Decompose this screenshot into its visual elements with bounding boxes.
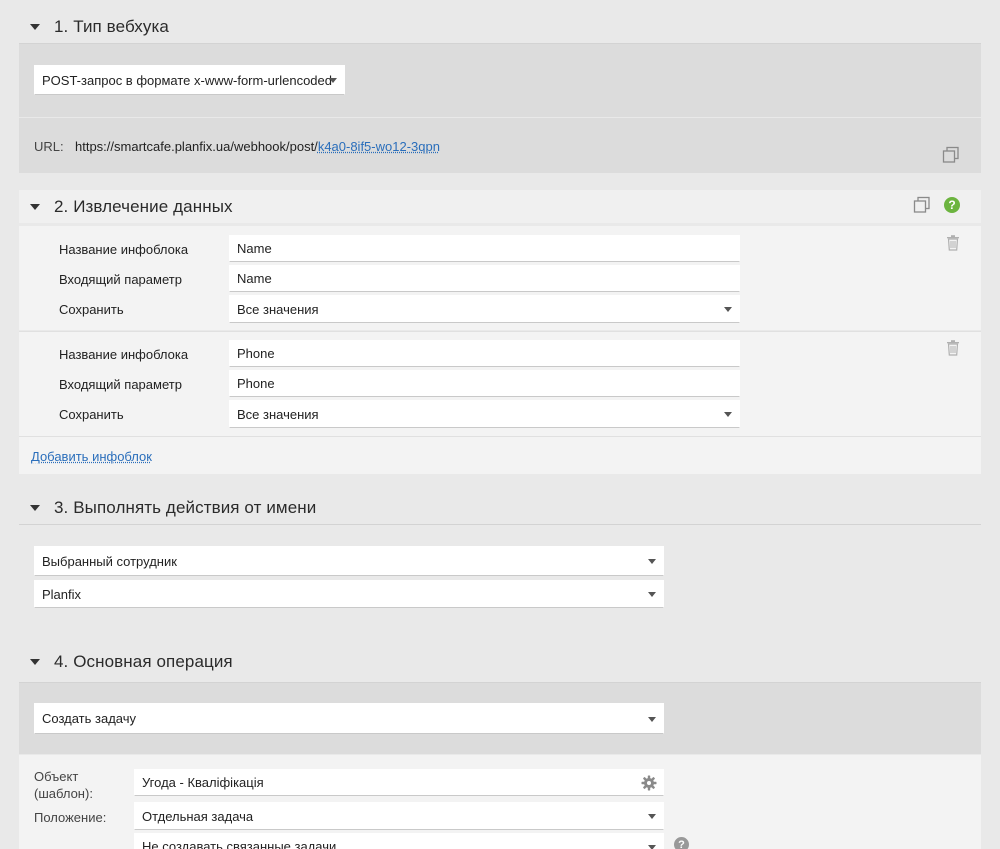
chevron-down-icon xyxy=(724,412,732,417)
run-as-mode-value: Выбранный сотрудник xyxy=(42,553,177,569)
position-label: Положение: xyxy=(34,810,107,825)
run-as-mode-select[interactable]: Выбранный сотрудник xyxy=(34,546,664,576)
section-title: 3. Выполнять действия от имени xyxy=(54,498,317,517)
gear-icon[interactable] xyxy=(641,775,657,791)
related-tasks-select[interactable]: Не создавать связанные задачи xyxy=(134,833,664,849)
chevron-down-icon xyxy=(724,307,732,312)
section-data-extraction-header[interactable]: 2. Извлечение данных xyxy=(19,191,981,223)
position-value: Отдельная задача xyxy=(142,808,254,824)
save-mode-value: Все значения xyxy=(237,301,319,317)
section-title: 2. Извлечение данных xyxy=(54,197,233,216)
object-label-line: (шаблон): xyxy=(34,786,93,801)
operation-select[interactable]: Создать задачу xyxy=(34,703,664,734)
webhook-settings-page: 1. Тип вебхука POST-запрос в формате x-w… xyxy=(0,0,1000,849)
section-run-as-header[interactable]: 3. Выполнять действия от имени xyxy=(19,492,981,524)
object-label-line: Объект xyxy=(34,769,79,784)
employee-select[interactable]: Planfix xyxy=(34,580,664,608)
chevron-down-icon xyxy=(648,592,656,597)
object-template-value: Угода - Кваліфікація xyxy=(142,775,264,790)
position-select[interactable]: Отдельная задача xyxy=(134,802,664,830)
operation-panel: Создать задачу xyxy=(19,683,981,754)
help-icon[interactable]: ? xyxy=(944,197,960,213)
infoblock-name-value: Phone xyxy=(237,346,275,361)
save-label: Сохранить xyxy=(59,407,124,422)
object-template-label: Объект (шаблон): xyxy=(34,768,93,802)
url-label: URL: xyxy=(34,139,64,154)
webhook-type-value: POST-запрос в формате x-www-form-urlenco… xyxy=(42,72,332,88)
infoblock-name-label: Название инфоблока xyxy=(59,347,189,362)
object-template-input[interactable]: Угода - Кваліфікація xyxy=(134,769,664,796)
employee-value: Planfix xyxy=(42,586,82,602)
webhook-url: https://smartcafe.planfix.ua/webhook/pos… xyxy=(75,139,440,154)
help-icon[interactable]: ? xyxy=(674,837,689,849)
chevron-down-icon xyxy=(648,814,656,819)
infoblock-name-input[interactable]: Phone xyxy=(229,340,740,367)
section-title: 1. Тип вебхука xyxy=(54,17,169,36)
operation-details-panel: Объект (шаблон): Угода - Кваліфікація По… xyxy=(19,755,981,849)
chevron-down-icon xyxy=(648,716,656,722)
webhook-type-panel: POST-запрос в формате x-www-form-urlenco… xyxy=(19,44,981,117)
infoblock-row: Название инфоблока Name Входящий парамет… xyxy=(19,226,981,330)
url-key-link[interactable]: k4a0-8if5-wo12-3qpn xyxy=(318,139,440,154)
copy-icon[interactable] xyxy=(913,196,931,214)
infoblock-name-value: Name xyxy=(237,241,272,256)
save-mode-value: Все значения xyxy=(237,406,319,422)
add-infoblock-row: Добавить инфоблок xyxy=(19,437,981,474)
collapse-caret-icon[interactable] xyxy=(30,204,40,210)
operation-value: Создать задачу xyxy=(42,711,137,726)
save-label: Сохранить xyxy=(59,302,124,317)
trash-icon[interactable] xyxy=(944,234,962,252)
incoming-param-value: Name xyxy=(237,271,272,286)
chevron-down-icon xyxy=(329,78,337,83)
collapse-caret-icon[interactable] xyxy=(30,505,40,511)
section-title: 4. Основная операция xyxy=(54,652,233,671)
section-divider xyxy=(19,524,981,525)
section-main-operation-header[interactable]: 4. Основная операция xyxy=(19,646,981,678)
incoming-param-label: Входящий параметр xyxy=(59,377,182,392)
save-mode-select[interactable]: Все значения xyxy=(229,400,740,428)
related-tasks-value: Не создавать связанные задачи xyxy=(142,839,337,849)
copy-icon[interactable] xyxy=(942,146,960,164)
url-panel: URL: https://smartcafe.planfix.ua/webhoo… xyxy=(19,118,981,173)
url-base: https://smartcafe.planfix.ua/webhook/pos… xyxy=(75,139,318,154)
incoming-param-input[interactable]: Name xyxy=(229,265,740,292)
incoming-param-value: Phone xyxy=(237,376,275,391)
trash-icon[interactable] xyxy=(944,339,962,357)
chevron-down-icon xyxy=(648,845,656,849)
chevron-down-icon xyxy=(648,559,656,564)
incoming-param-input[interactable]: Phone xyxy=(229,370,740,397)
collapse-caret-icon[interactable] xyxy=(30,659,40,665)
add-infoblock-link[interactable]: Добавить инфоблок xyxy=(31,449,152,464)
webhook-type-select[interactable]: POST-запрос в формате x-www-form-urlenco… xyxy=(34,65,345,95)
infoblock-name-label: Название инфоблока xyxy=(59,242,189,257)
save-mode-select[interactable]: Все значения xyxy=(229,295,740,323)
infoblock-row: Название инфоблока Phone Входящий параме… xyxy=(19,332,981,436)
collapse-caret-icon[interactable] xyxy=(30,24,40,30)
infoblock-name-input[interactable]: Name xyxy=(229,235,740,262)
section-webhook-type-header[interactable]: 1. Тип вебхука xyxy=(19,11,981,43)
incoming-param-label: Входящий параметр xyxy=(59,272,182,287)
